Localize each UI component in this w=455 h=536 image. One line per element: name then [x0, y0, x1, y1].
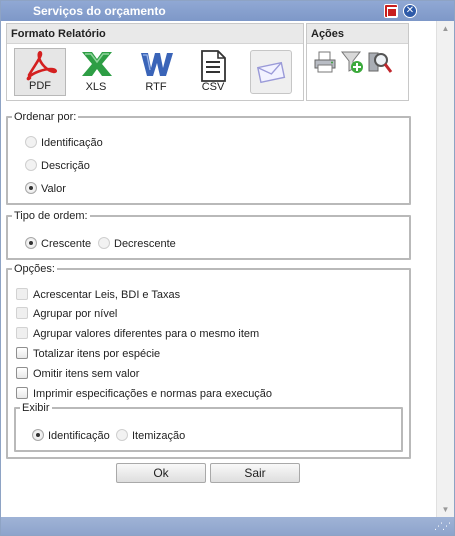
exibir-option-identificacao[interactable]: Identificação: [32, 429, 110, 442]
tipo-ordem-option-crescente[interactable]: Crescente: [25, 237, 91, 250]
add-filter-icon: [340, 51, 363, 73]
format-label: RTF: [145, 81, 167, 93]
format-label: PDF: [29, 80, 51, 92]
word-icon: [141, 53, 173, 76]
maximize-icon[interactable]: [384, 4, 398, 18]
option-label: Acrescentar Leis, BDI e Taxas: [33, 289, 181, 301]
email-button[interactable]: [250, 50, 292, 94]
option-label: Imprimir especificações e normas para ex…: [33, 388, 273, 400]
opcao-agrupar-nivel[interactable]: Agrupar por nível: [16, 307, 117, 320]
option-label: Descrição: [41, 160, 90, 172]
option-label: Valor: [41, 183, 66, 195]
exibir-legend: Exibir: [22, 402, 50, 414]
status-bar: ⋰⋰: [1, 517, 454, 535]
exibir-option-itemizacao[interactable]: Itemização: [116, 429, 185, 442]
title-bar[interactable]: Serviços do orçamento ✕: [1, 1, 454, 21]
option-label: Identificação: [41, 137, 103, 149]
csv-document-icon: [201, 50, 226, 82]
opcao-totalizar-especie[interactable]: Totalizar itens por espécie: [16, 347, 160, 360]
option-label: Agrupar valores diferentes para o mesmo …: [33, 328, 260, 340]
sair-button[interactable]: Sair: [210, 463, 300, 483]
radio-button[interactable]: [25, 136, 37, 148]
ordenar-option-descricao[interactable]: Descrição: [25, 159, 90, 172]
ordenar-option-identificacao[interactable]: Identificação: [25, 136, 103, 149]
scroll-down-icon[interactable]: ▼: [437, 502, 454, 517]
filter-button[interactable]: [340, 50, 364, 74]
scroll-up-icon[interactable]: ▲: [437, 21, 454, 36]
formato-header: Formato Relatório: [7, 24, 303, 44]
ordenar-option-valor[interactable]: Valor: [25, 182, 66, 195]
option-label: Totalizar itens por espécie: [33, 348, 161, 360]
opcao-imprimir-especificacoes[interactable]: Imprimir especificações e normas para ex…: [16, 387, 272, 400]
exibir-group: Exibir: [14, 402, 403, 452]
option-label: Crescente: [41, 238, 92, 250]
email-envelope-icon: [256, 61, 286, 84]
option-label: Agrupar por nível: [33, 308, 118, 320]
option-label: Itemização: [132, 430, 186, 442]
formato-relatorio-panel: Formato Relatório PDF XLS RTF CSV: [6, 23, 304, 101]
ok-button[interactable]: Ok: [116, 463, 206, 483]
opcao-agrupar-valores[interactable]: Agrupar valores diferentes para o mesmo …: [16, 327, 259, 340]
format-csv-button[interactable]: CSV: [187, 48, 239, 96]
checkbox[interactable]: [16, 288, 28, 300]
acoes-panel: Ações: [306, 23, 409, 101]
window-title: Serviços do orçamento: [33, 4, 166, 18]
ordenar-group: Ordenar por:: [6, 111, 411, 205]
option-label: Omitir itens sem valor: [33, 368, 140, 380]
option-label: Decrescente: [114, 238, 176, 250]
opcoes-legend: Opções:: [14, 263, 55, 275]
radio-button[interactable]: [25, 159, 37, 171]
preview-search-icon: [368, 52, 393, 73]
opcao-omitir-sem-valor[interactable]: Omitir itens sem valor: [16, 367, 139, 380]
format-rtf-button[interactable]: RTF: [130, 48, 182, 96]
excel-icon: [82, 52, 112, 76]
format-label: CSV: [201, 81, 225, 93]
radio-button[interactable]: [25, 237, 37, 249]
dialog-window: Serviços do orçamento ✕ Formato Relatóri…: [0, 0, 455, 536]
format-label: XLS: [85, 81, 107, 93]
opcao-acrescentar-leis[interactable]: Acrescentar Leis, BDI e Taxas: [16, 288, 180, 301]
acoes-header: Ações: [307, 24, 408, 44]
close-icon[interactable]: ✕: [403, 4, 417, 18]
format-pdf-button[interactable]: PDF: [14, 48, 66, 96]
radio-button[interactable]: [32, 429, 44, 441]
checkbox[interactable]: [16, 367, 28, 379]
format-xls-button[interactable]: XLS: [70, 48, 122, 96]
tipo-ordem-option-decrescente[interactable]: Decrescente: [98, 237, 176, 250]
pdf-icon: [26, 51, 57, 81]
option-label: Identificação: [48, 430, 110, 442]
tipo-ordem-group: Tipo de ordem:: [6, 210, 411, 260]
print-button[interactable]: [313, 50, 337, 74]
checkbox[interactable]: [16, 347, 28, 359]
radio-button[interactable]: [116, 429, 128, 441]
radio-button[interactable]: [25, 182, 37, 194]
resize-grip-icon[interactable]: ⋰⋰: [434, 521, 451, 532]
preview-button[interactable]: [367, 50, 393, 74]
checkbox[interactable]: [16, 387, 28, 399]
tipo-ordem-legend: Tipo de ordem:: [14, 210, 88, 222]
vertical-scrollbar[interactable]: ▲ ▼: [436, 21, 454, 517]
checkbox[interactable]: [16, 307, 28, 319]
radio-button[interactable]: [98, 237, 110, 249]
printer-icon: [314, 51, 336, 73]
checkbox[interactable]: [16, 327, 28, 339]
ordenar-legend: Ordenar por:: [14, 111, 77, 123]
